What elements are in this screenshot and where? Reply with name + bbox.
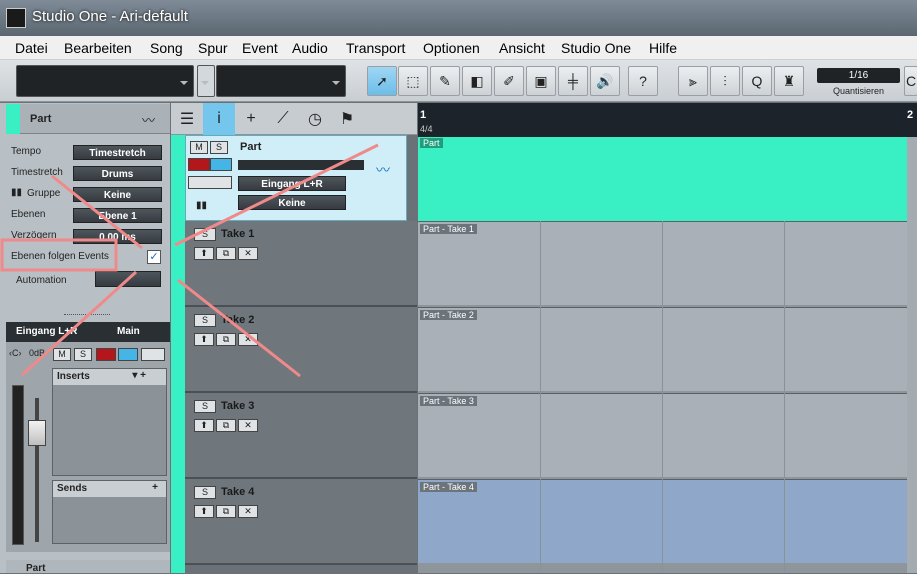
highlight-box — [0, 238, 118, 272]
annotation-arrow — [51, 174, 143, 250]
annotation-arrow — [20, 270, 138, 377]
annotation-overlay — [0, 143, 379, 378]
annotation-arrow — [177, 278, 301, 378]
annotation-arrow — [174, 143, 379, 247]
